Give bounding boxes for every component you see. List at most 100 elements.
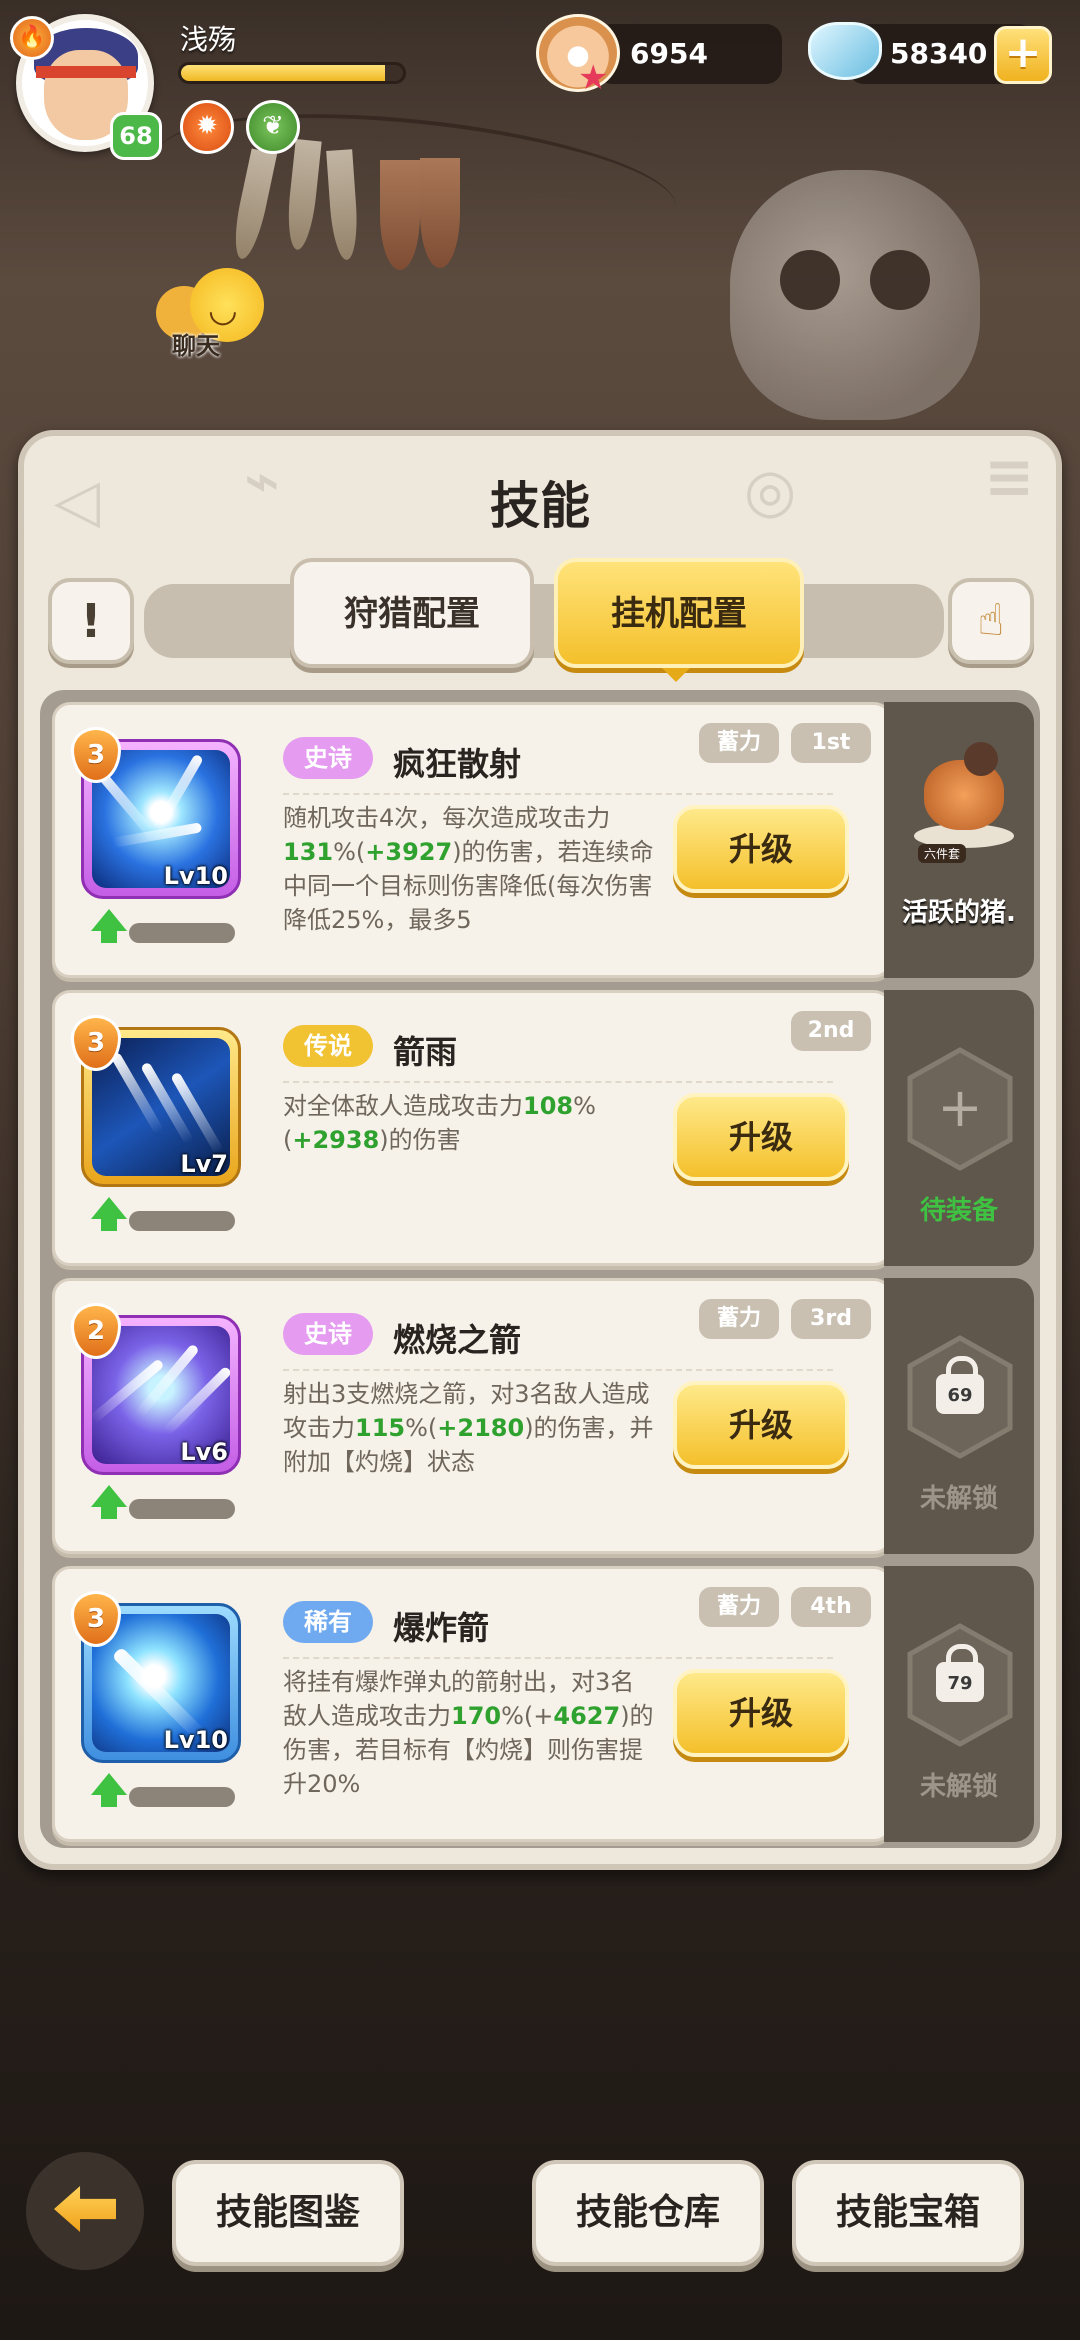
skill-progress-bar [129, 1211, 235, 1231]
skill-description-text: 对全体敌人造成攻击力 [283, 1092, 523, 1120]
skill-value-highlight: +2938 [292, 1126, 380, 1154]
upgrade-arrow-icon [91, 1773, 127, 1807]
skill-card: Lv10 3 稀有 爆炸箭 蓄力 4th 将挂有爆炸弹丸的箭射出，对3名敌人造成… [52, 1566, 892, 1842]
skill-value-highlight: 115 [355, 1414, 406, 1442]
upgrade-button[interactable]: 升级 [673, 1381, 849, 1469]
crystal-shell-icon [808, 22, 882, 80]
skill-card: Lv7 3 传说 箭雨 2nd 对全体敌人造成攻击力108%(+2938)的伤害… [52, 990, 892, 1266]
skill-progress-bar [129, 923, 235, 943]
skill-name: 爆炸箭 [393, 1609, 490, 1647]
skill-charge-tag: 蓄力 [699, 723, 779, 763]
skull-eye [870, 250, 930, 310]
crystal-amount: 58340 [890, 37, 988, 70]
skull-eye [780, 250, 840, 310]
skill-order-tag: 4th [791, 1587, 871, 1627]
skill-name: 燃烧之箭 [393, 1321, 522, 1359]
skill-description: 将挂有爆炸弹丸的箭射出，对3名敌人造成攻击力170%(+4627)的伤害，若目标… [283, 1665, 655, 1805]
skill-panel: ◁ ⌁ ◎ ≡ 技能 ! 狩猎配置 挂机配置 ☝ Lv10 3 史诗 疯狂散射 … [18, 430, 1062, 1870]
nature-buff-icon[interactable]: ❦ [246, 100, 300, 154]
background-fang [420, 158, 460, 268]
divider [283, 1657, 833, 1659]
tab-track [144, 584, 944, 658]
skill-order-tag: 1st [791, 723, 871, 763]
skill-name: 疯狂散射 [393, 745, 522, 783]
skill-tier-badge: 史诗 [283, 737, 373, 779]
skill-value-highlight: +2180 [437, 1414, 525, 1442]
exp-bar-fill [181, 65, 386, 81]
tab-idle-config[interactable]: 挂机配置 [554, 558, 804, 668]
exp-bar [178, 62, 406, 84]
equip-slot[interactable]: 六件套 活跃的猪. [884, 702, 1034, 978]
player-name: 浅殇 [180, 23, 237, 56]
upgrade-button[interactable]: 升级 [673, 805, 849, 893]
pearl-amount: 6954 [630, 37, 708, 70]
skill-order-tag: 3rd [791, 1299, 871, 1339]
skill-description-text: 随机攻击4次，每次造成攻击力 [283, 804, 611, 832]
upgrade-arrow-icon [91, 1197, 127, 1231]
skill-tier-badge: 稀有 [283, 1601, 373, 1643]
background-fang [380, 160, 420, 270]
hand-pointer-icon[interactable]: ☝ [948, 578, 1034, 664]
back-arrow-icon [54, 2186, 116, 2232]
avatar-headband [36, 66, 136, 78]
skill-codex-button[interactable]: 技能图鉴 [172, 2160, 404, 2266]
chat-label[interactable]: 聊天 [172, 326, 220, 361]
pet-set-label: 六件套 [918, 844, 967, 863]
upgrade-arrow-icon [91, 909, 127, 943]
skill-description-text: %( [405, 1414, 438, 1442]
empty-slot-hexagon: + [904, 1046, 1016, 1172]
back-button[interactable] [26, 2152, 144, 2270]
skill-charge-tag: 蓄力 [699, 1587, 779, 1627]
divider [283, 793, 833, 795]
skill-level: Lv7 [180, 1150, 228, 1178]
pet-rider [964, 742, 998, 776]
lock-icon: 79 [936, 1644, 984, 1702]
skill-chest-button[interactable]: 技能宝箱 [792, 2160, 1024, 2266]
skill-progress-bar [129, 1787, 235, 1807]
slot-status-label: 待装备 [919, 1196, 998, 1226]
skill-description: 射出3支燃烧之箭，对3名敌人造成攻击力115%(+2180)的伤害，并附加【灼烧… [283, 1377, 655, 1517]
skill-progress-bar [129, 1499, 235, 1519]
pet-figure [914, 742, 1014, 848]
skill-card: Lv10 3 史诗 疯狂散射 蓄力 1st 随机攻击4次，每次造成攻击力131%… [52, 702, 892, 978]
locked-slot-hexagon: 69 [904, 1334, 1016, 1460]
skill-value-highlight: +3927 [365, 838, 453, 866]
slot-status-label: 未解锁 [919, 1772, 998, 1802]
skill-value-highlight: 170 [451, 1702, 502, 1730]
background-skull [730, 170, 980, 420]
skill-description-text: %(+ [501, 1702, 554, 1730]
equip-slot[interactable]: + 待装备 [884, 990, 1034, 1266]
flame-icon: 🔥 [10, 16, 54, 60]
skill-storage-button[interactable]: 技能仓库 [532, 2160, 764, 2266]
skill-description: 对全体敌人造成攻击力108%(+2938)的伤害 [283, 1089, 655, 1229]
active-tab-pointer [662, 668, 690, 682]
skill-charge-tag: 蓄力 [699, 1299, 779, 1339]
skill-name: 箭雨 [393, 1033, 458, 1071]
background-fang [228, 148, 278, 262]
info-button[interactable]: ! [48, 578, 134, 664]
skill-description-text: %( [333, 838, 366, 866]
equip-slot[interactable]: 79 未解锁 [884, 1566, 1034, 1842]
player-level-badge: 68 [110, 112, 162, 160]
plus-icon: + [937, 1076, 983, 1139]
attack-buff-icon[interactable]: ✹ [180, 100, 234, 154]
divider [283, 1369, 833, 1371]
equipped-pet-name: 活跃的猪. [902, 898, 1016, 928]
pearl-counter: 6954 [596, 24, 782, 84]
slot-status-label: 未解锁 [919, 1484, 998, 1514]
skill-tier-badge: 传说 [283, 1025, 373, 1067]
divider [283, 1081, 833, 1083]
equip-slot[interactable]: 69 未解锁 [884, 1278, 1034, 1554]
skill-description-text: )的伤害 [379, 1126, 461, 1154]
skill-value-highlight: 108 [523, 1092, 574, 1120]
tab-hunt-config[interactable]: 狩猎配置 [290, 558, 534, 668]
smile-icon: ◡ [208, 290, 238, 330]
skill-value-highlight: 131 [283, 838, 334, 866]
add-currency-button[interactable]: + [994, 26, 1052, 84]
skill-tier-badge: 史诗 [283, 1313, 373, 1355]
upgrade-button[interactable]: 升级 [673, 1093, 849, 1181]
skill-level: Lv10 [163, 862, 228, 890]
skill-description: 随机攻击4次，每次造成攻击力131%(+3927)的伤害，若连续命中同一个目标则… [283, 801, 655, 941]
upgrade-button[interactable]: 升级 [673, 1669, 849, 1757]
skill-level: Lv10 [163, 1726, 228, 1754]
